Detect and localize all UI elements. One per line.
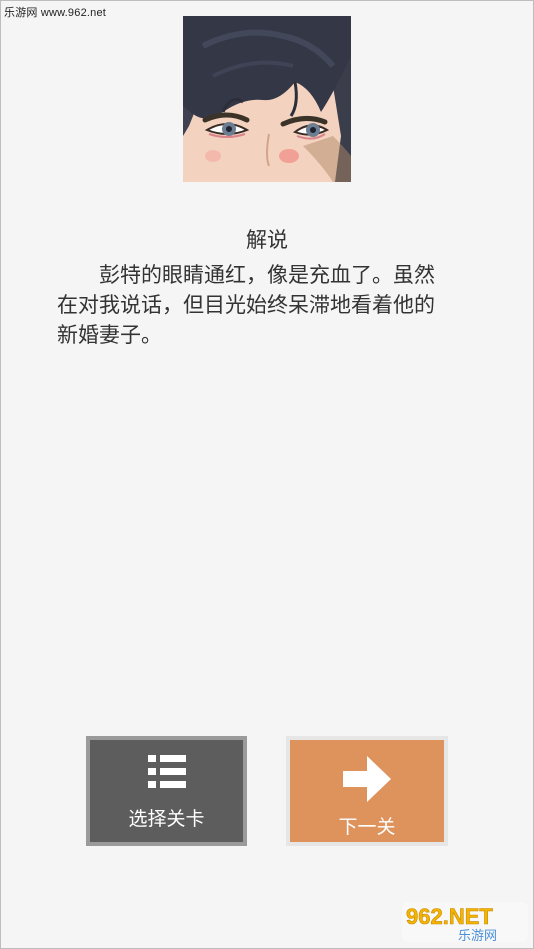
logo-subtext: 乐游网 xyxy=(458,929,497,944)
arrow-right-icon xyxy=(343,756,391,806)
watermark-logo: 962.NET 乐游网 xyxy=(398,898,530,944)
watermark-top: 乐游网 www.962.net xyxy=(4,7,107,19)
next-level-label: 下一关 xyxy=(338,816,396,838)
select-level-label: 选择关卡 xyxy=(128,808,205,830)
narration-text: 彭特的眼睛通红，像是充血了。虽然在对我说话，但目光始终呆滞地看着他的新婚妻子。 xyxy=(57,263,435,347)
list-icon xyxy=(147,754,186,794)
logo-number: 962.NET xyxy=(406,904,493,929)
select-level-button[interactable]: 选择关卡 xyxy=(86,736,247,846)
next-level-button[interactable]: 下一关 xyxy=(286,736,448,846)
character-portrait xyxy=(183,16,351,182)
portrait-image xyxy=(183,16,351,182)
narration-title: 解说 xyxy=(246,228,288,252)
